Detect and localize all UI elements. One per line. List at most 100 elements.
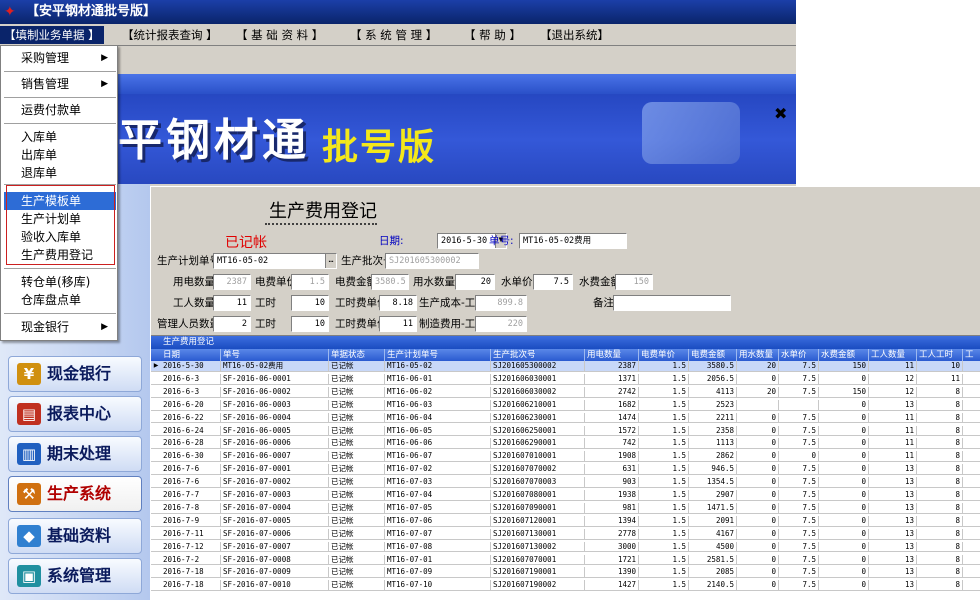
table-cell: 20 bbox=[737, 386, 779, 397]
work-hours-field[interactable]: 10 bbox=[291, 295, 329, 311]
mgr-hours-field[interactable]: 10 bbox=[291, 316, 329, 332]
table-cell: MT16-07-09 bbox=[385, 567, 491, 578]
table-row[interactable]: 2016-7-7 SF-2016-07-0003 已记帐 MT16-07-04 SJ20… bbox=[151, 490, 980, 501]
column-header[interactable]: 用水数量 bbox=[737, 349, 779, 361]
menu-item-warehouse-transfer[interactable]: 转仓单(移库) bbox=[4, 273, 116, 291]
elec-qty-field[interactable]: 2387 bbox=[213, 274, 251, 290]
table-cell: 2016-6-22 bbox=[161, 412, 221, 423]
doc-no-field[interactable]: MT16-05-02费用 bbox=[519, 233, 627, 249]
batch-no-field[interactable]: SJ201605300002 bbox=[385, 253, 479, 269]
table-cell: 8 bbox=[917, 399, 963, 410]
column-header[interactable]: 工人工时 bbox=[917, 349, 963, 361]
table-row[interactable]: 2016-6-3 SF-2016-06-0002 已记帐 MT16-06-02 SJ20… bbox=[151, 386, 980, 398]
table-row[interactable]: 2016-6-30 SF-2016-06-0007 已记帐 MT16-06-07 SJ2… bbox=[151, 451, 980, 463]
table-row[interactable]: 2016-7-6 SF-2016-07-0002 已记帐 MT16-07-03 SJ20… bbox=[151, 477, 980, 488]
column-header[interactable]: 生产批次号 bbox=[491, 349, 585, 361]
mgr-rate-field[interactable]: 11 bbox=[379, 316, 417, 332]
menu-item-label: 销售管理 bbox=[21, 77, 70, 91]
table-row[interactable]: 2016-6-22 SF-2016-06-0004 已记帐 MT16-06-04 SJ2… bbox=[151, 412, 980, 424]
table-row[interactable]: 2016-6-20 SF-2016-06-0003 已记帐 MT16-06-03 SJ2… bbox=[151, 399, 980, 411]
table-cell: 631 bbox=[585, 464, 639, 475]
column-header[interactable]: 单据状态 bbox=[329, 349, 385, 361]
table-row[interactable]: 2016-7-11 SF-2016-07-0006 已记帐 MT16-07-07 SJ2… bbox=[151, 528, 980, 540]
elec-amount-field[interactable]: 3580.5 bbox=[371, 274, 409, 290]
column-header[interactable]: 工人数量 bbox=[869, 349, 917, 361]
table-row[interactable]: 2016-6-28 SF-2016-06-0006 已记帐 MT16-06-06 SJ2… bbox=[151, 438, 980, 450]
table-row[interactable]: 2016-6-24 SF-2016-06-0005 已记帐 MT16-06-05 SJ2… bbox=[151, 425, 980, 437]
table-cell: MT16-06-01 bbox=[385, 373, 491, 384]
menu-help[interactable]: 【 帮 助 】 bbox=[460, 26, 525, 44]
menu-item-sales[interactable]: 销售管理 ▶ bbox=[4, 75, 116, 93]
table-cell: 1.5 bbox=[639, 580, 689, 591]
menu-report-query[interactable]: 【统计报表查询 】 bbox=[118, 26, 222, 44]
menu-item-freight-payment[interactable]: 运费付款单 bbox=[4, 101, 116, 119]
menu-item-purchase[interactable]: 采购管理 ▶ bbox=[4, 49, 116, 67]
table-row[interactable]: 2016-7-12 SF-2016-07-0007 已记帐 MT16-07-08 SJ2… bbox=[151, 541, 980, 553]
table-row[interactable]: 2016-7-8 SF-2016-07-0004 已记帐 MT16-07-05 SJ20… bbox=[151, 502, 980, 514]
table-cell: 1.5 bbox=[639, 528, 689, 539]
table-cell: 0 bbox=[819, 541, 869, 552]
table-cell: 0 bbox=[819, 451, 869, 462]
sidebar-item-period-end[interactable]: ▥ 期末处理 bbox=[8, 436, 142, 472]
sidebar-item-basic-data[interactable]: ◆ 基础资料 bbox=[8, 518, 142, 554]
column-header[interactable]: 单号 bbox=[221, 349, 329, 361]
mgr-count-field[interactable]: 2 bbox=[213, 316, 251, 332]
table-row[interactable]: 2016-7-9 SF-2016-07-0005 已记帐 MT16-07-06 SJ20… bbox=[151, 515, 980, 527]
production-items-highlight-box bbox=[6, 185, 115, 265]
sidebar-item-label: 报表中心 bbox=[47, 404, 112, 423]
labor-cost-field[interactable]: 899.8 bbox=[475, 295, 527, 311]
sidebar-item-cash-bank[interactable]: ¥ 现金银行 bbox=[8, 356, 142, 392]
table-cell: MT16-07-01 bbox=[385, 554, 491, 565]
menu-item-stocktaking[interactable]: 仓库盘点单 bbox=[4, 291, 116, 309]
column-header[interactable]: 电费金额 bbox=[689, 349, 737, 361]
sidebar-item-system-admin[interactable]: ▣ 系统管理 bbox=[8, 558, 142, 594]
hour-rate-field[interactable]: 8.18 bbox=[379, 295, 417, 311]
column-header[interactable]: 电费单价 bbox=[639, 349, 689, 361]
table-row[interactable]: ▶ 2016-5-30 MT16-05-02费用 已记帐 MT16-05-02 SJ201… bbox=[151, 361, 980, 372]
menu-fill-documents[interactable]: 【填制业务单据 】 bbox=[0, 26, 104, 44]
sidebar-item-report-center[interactable]: ▤ 报表中心 bbox=[8, 396, 142, 432]
column-header[interactable]: 工 bbox=[963, 349, 980, 361]
table-cell: 2016-7-2 bbox=[161, 554, 221, 565]
table-cell: 2358 bbox=[689, 425, 737, 436]
workers-field[interactable]: 11 bbox=[213, 295, 251, 311]
lookup-icon[interactable]: … bbox=[325, 254, 336, 268]
menu-exit-system[interactable]: 【退出系统】 bbox=[536, 26, 613, 44]
plan-no-field[interactable]: MT16-05-02… bbox=[213, 253, 337, 269]
elec-price-field[interactable]: 1.5 bbox=[291, 274, 329, 290]
column-header[interactable]: 水费金额 bbox=[819, 349, 869, 361]
menu-item-stock-in[interactable]: 入库单 bbox=[4, 128, 116, 146]
menu-item-stock-out[interactable]: 出库单 bbox=[4, 146, 116, 164]
water-amount-field[interactable]: 150 bbox=[615, 274, 653, 290]
column-header[interactable]: 日期 bbox=[161, 349, 221, 361]
database-icon: ◆ bbox=[17, 525, 41, 547]
table-row[interactable]: 2016-7-2 SF-2016-07-0008 已记帐 MT16-07-01 SJ20… bbox=[151, 554, 980, 566]
mfg-cost-field[interactable]: 220 bbox=[475, 316, 527, 332]
table-row[interactable]: 2016-7-6 SF-2016-07-0001 已记帐 MT16-07-02 SJ20… bbox=[151, 464, 980, 476]
table-cell: 1572 bbox=[585, 425, 639, 436]
column-header[interactable]: 用电数量 bbox=[585, 349, 639, 361]
sidebar-item-production[interactable]: ⚒ 生产系统 bbox=[8, 476, 142, 512]
table-cell: 7.5 bbox=[779, 361, 819, 371]
menu-basic-data[interactable]: 【 基 础 资 料 】 bbox=[232, 26, 327, 44]
menu-item-stock-return[interactable]: 退库单 bbox=[4, 164, 116, 182]
water-price-field[interactable]: 7.5 bbox=[533, 274, 573, 290]
menu-system-admin[interactable]: 【 系 统 管 理 】 bbox=[346, 26, 441, 44]
table-cell: 0 bbox=[779, 451, 819, 462]
table-row[interactable]: 2016-6-3 SF-2016-06-0001 已记帐 MT16-06-01 SJ20… bbox=[151, 373, 980, 385]
product-banner: 平钢材通 批号版 ✖ bbox=[0, 74, 796, 184]
water-qty-field[interactable]: 20 bbox=[455, 274, 495, 290]
table-row[interactable]: 2016-7-18 SF-2016-07-0010 已记帐 MT16-07-10 SJ2… bbox=[151, 580, 980, 592]
table-row[interactable]: 2016-7-18 SF-2016-07-0009 已记帐 MT16-07-09 SJ2… bbox=[151, 567, 980, 579]
remark-field[interactable] bbox=[613, 295, 731, 311]
table-cell: 8 bbox=[917, 490, 963, 500]
column-header[interactable]: 水单价 bbox=[779, 349, 819, 361]
table-cell: SJ201607130002 bbox=[491, 541, 585, 552]
date-label: 日期: bbox=[379, 235, 404, 247]
menu-separator bbox=[4, 313, 116, 314]
menu-item-cash-bank[interactable]: 现金银行 ▶ bbox=[4, 318, 116, 336]
table-cell: 已记帐 bbox=[329, 425, 385, 436]
close-icon[interactable]: ✖ bbox=[774, 104, 787, 123]
column-header[interactable]: 生产计划单号 bbox=[385, 349, 491, 361]
table-cell: 已记帐 bbox=[329, 399, 385, 410]
